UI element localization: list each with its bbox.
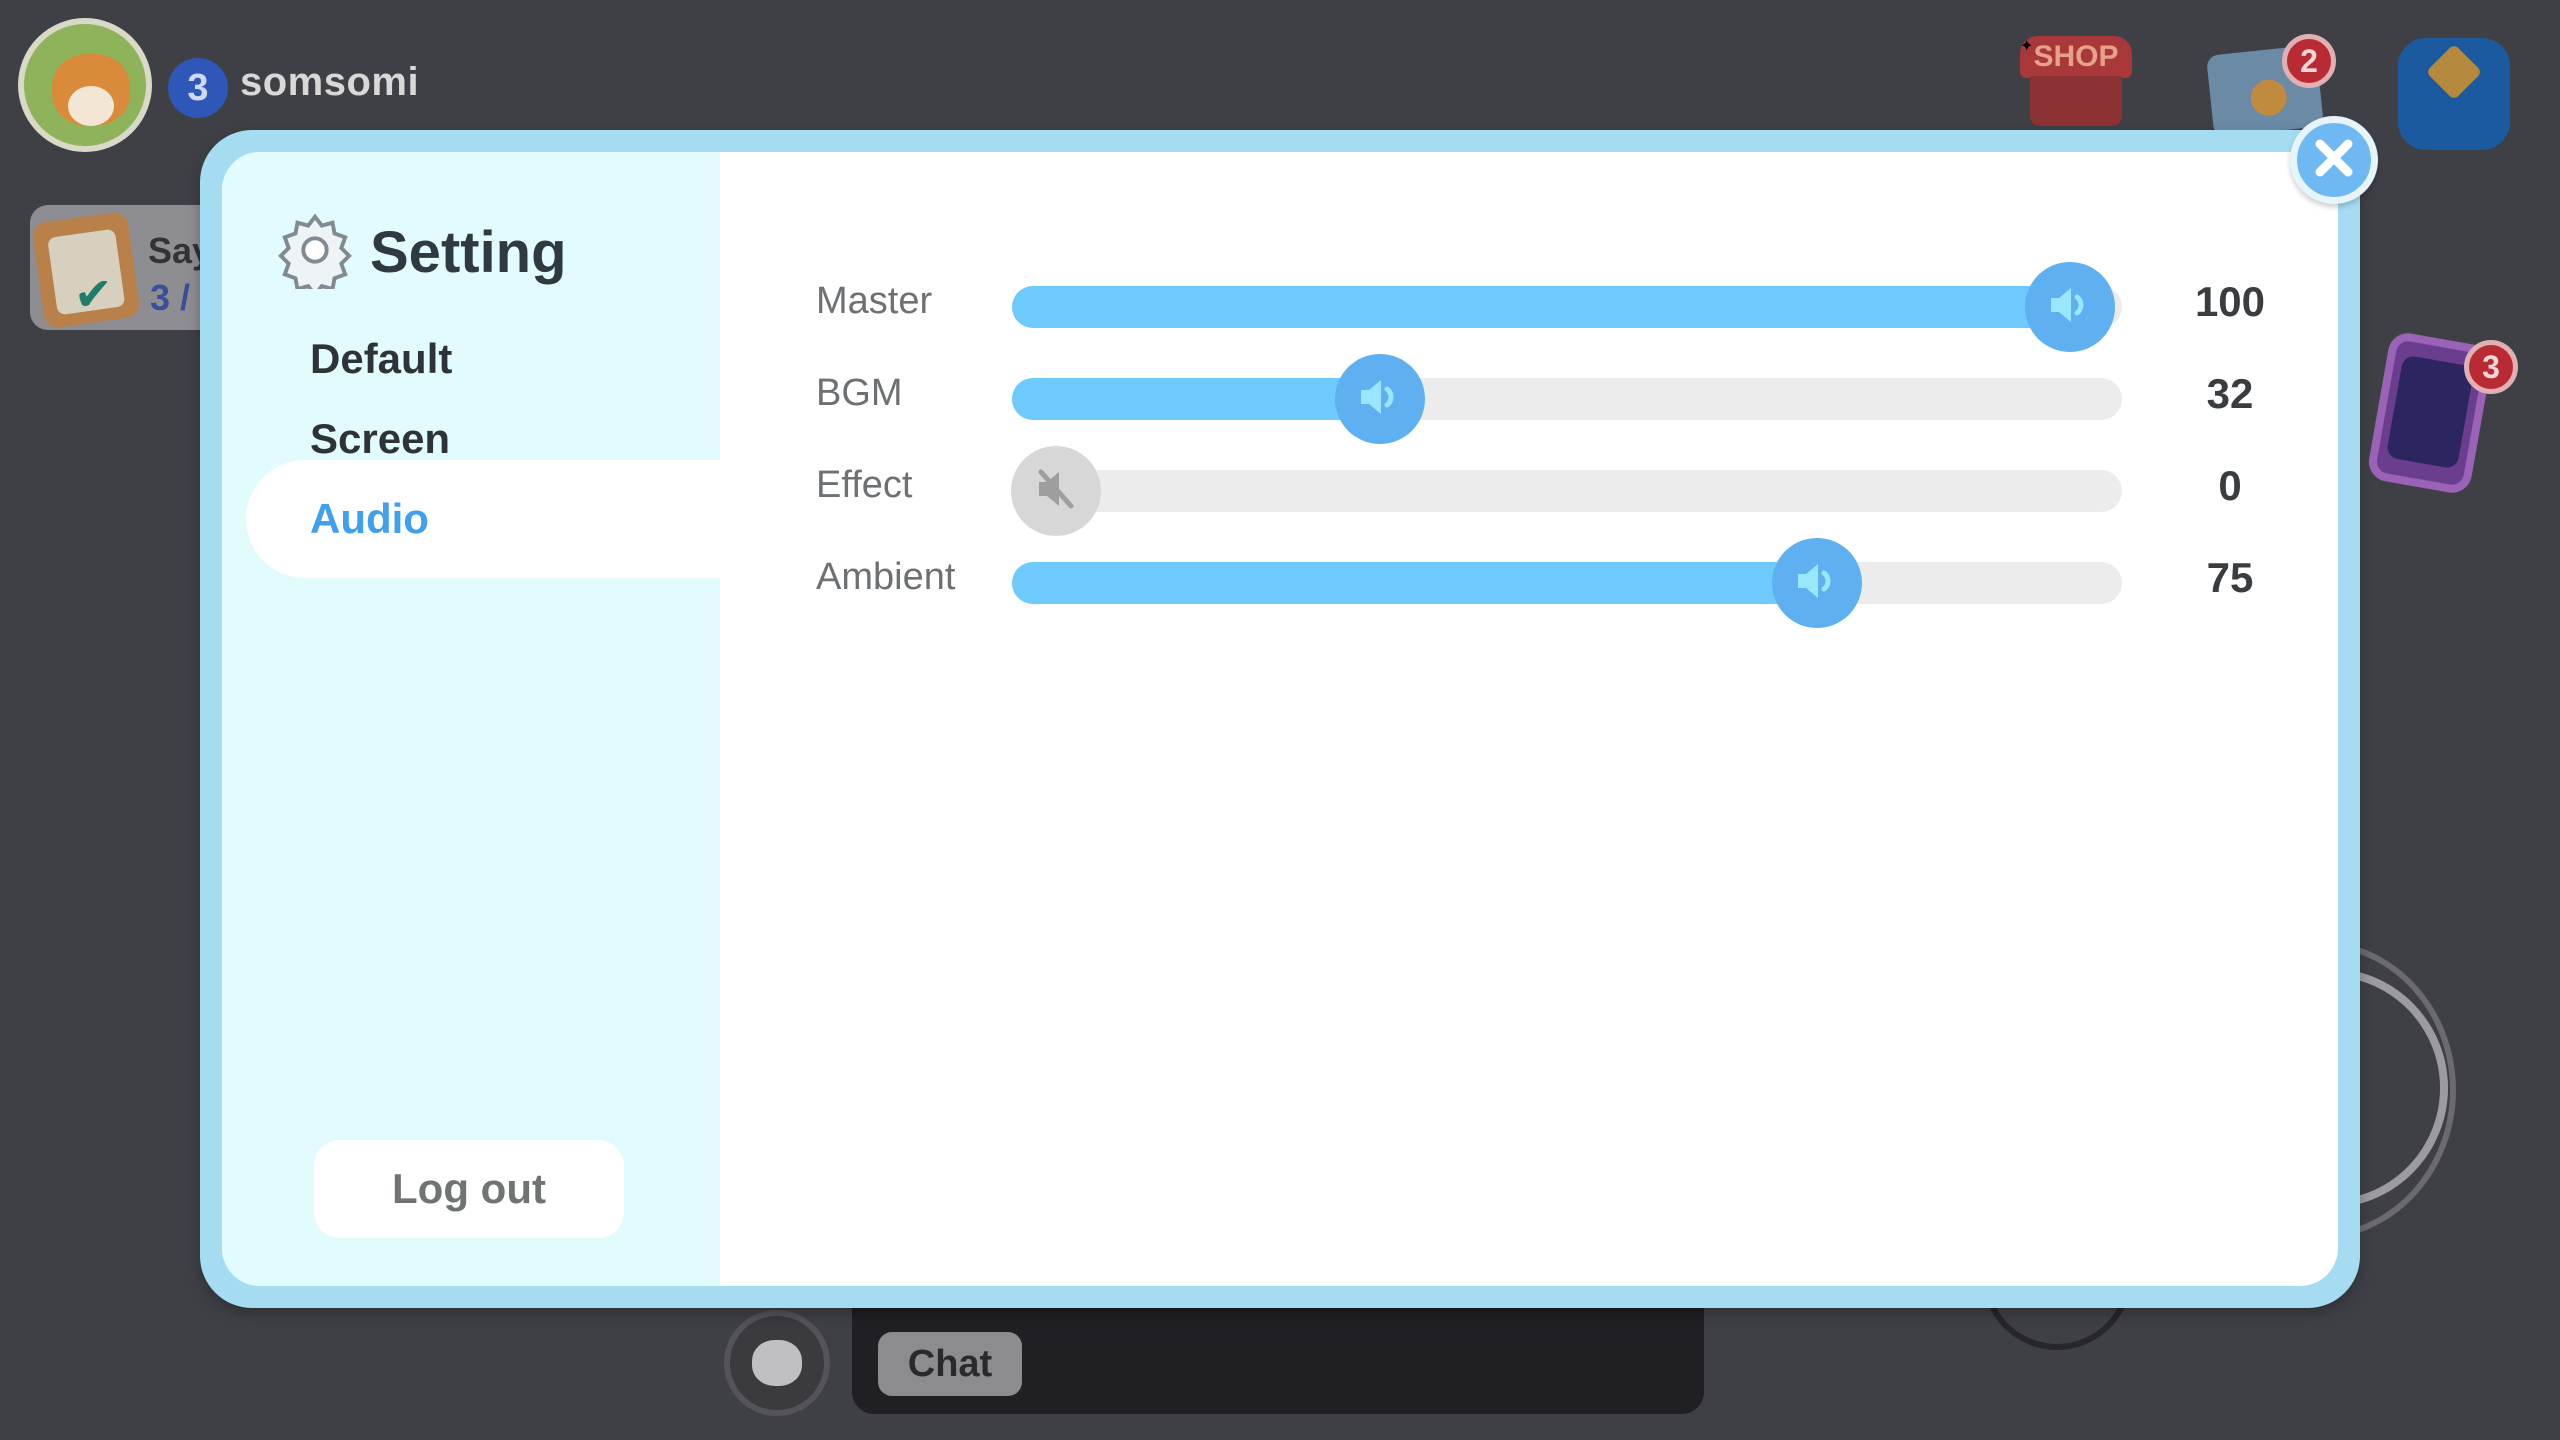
player-username: somsomi — [240, 60, 420, 104]
volume-slider-handle[interactable] — [1335, 354, 1426, 444]
volume-slider-handle[interactable] — [1771, 538, 1862, 628]
volume-value: 32 — [2206, 370, 2254, 417]
volume-value: 100 — [2194, 278, 2266, 325]
player-level-badge: 3 — [168, 58, 228, 118]
settings-title: Setting — [276, 211, 567, 298]
gear-icon — [276, 211, 354, 298]
chat-button[interactable]: Chat — [878, 1332, 1022, 1396]
quest-progress: 3 / — [150, 277, 191, 318]
volume-label: BGM — [816, 372, 903, 414]
sparkle-icon: ✦ — [2020, 38, 2034, 55]
phone-badge: 3 — [2464, 340, 2518, 394]
emote-button[interactable] — [724, 1310, 830, 1416]
volume-row-ambient: Ambient 75 — [720, 528, 2338, 628]
volume-slider[interactable] — [1012, 538, 2122, 628]
quest-widget[interactable]: ✔ Say 3 / — [30, 205, 220, 330]
volume-slider-handle[interactable] — [2025, 262, 2115, 352]
volume-slider-fill — [1012, 286, 2090, 328]
tab-audio[interactable]: Audio — [246, 460, 720, 578]
mail-badge: 2 — [2282, 34, 2336, 88]
player-avatar[interactable] — [18, 18, 152, 152]
settings-modal: Setting Default Screen Audio Log out Mas… — [200, 130, 2360, 1308]
speaker-icon — [1355, 372, 1405, 427]
tab-label: Screen — [310, 415, 451, 462]
volume-label: Master — [816, 280, 933, 322]
settings-panel: Setting Default Screen Audio Log out Mas… — [222, 152, 2338, 1286]
speaker-icon — [2045, 280, 2095, 335]
checkmark-icon: ✔ — [74, 268, 113, 320]
volume-label: Ambient — [816, 556, 956, 598]
close-button[interactable] — [2290, 116, 2378, 204]
audio-settings: Master 100 BGM 32 Effect 0 Ambient 75 — [720, 152, 2338, 1286]
volume-value: 75 — [2206, 554, 2254, 601]
volume-slider-fill — [1012, 562, 1837, 604]
speaker-icon — [1792, 556, 1842, 611]
volume-slider[interactable] — [1011, 446, 2122, 536]
tab-label: Default — [310, 335, 453, 382]
logout-button[interactable]: Log out — [314, 1140, 624, 1238]
volume-slider[interactable] — [1012, 262, 2122, 352]
tab-label: Audio — [310, 495, 429, 542]
volume-row-master: Master 100 — [720, 252, 2338, 352]
settings-title-text: Setting — [370, 219, 567, 285]
volume-row-effect: Effect 0 — [720, 436, 2338, 536]
volume-row-bgm: BGM 32 — [720, 344, 2338, 444]
volume-slider-handle[interactable] — [1011, 446, 1101, 536]
avatar-muzzle — [68, 86, 114, 126]
speaker-muted-icon — [1031, 464, 1081, 519]
volume-value: 0 — [2218, 462, 2242, 509]
close-icon — [2312, 136, 2356, 185]
volume-slider[interactable] — [1012, 354, 2122, 444]
backpack-button[interactable] — [2398, 38, 2510, 150]
volume-label: Effect — [816, 464, 913, 506]
settings-sidebar: Setting Default Screen Audio Log out — [222, 152, 720, 1286]
